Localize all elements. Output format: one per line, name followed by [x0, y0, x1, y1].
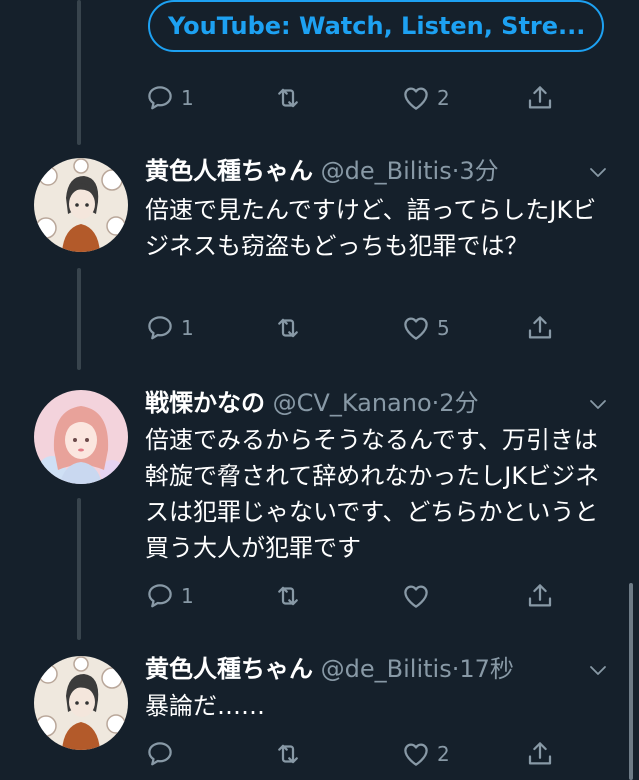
user-handle[interactable]: @de_Bilitis — [321, 655, 452, 683]
more-menu-button[interactable] — [586, 658, 613, 686]
reply-count: 1 — [181, 584, 194, 608]
link-preview-card[interactable]: YouTube: Watch, Listen, Stre... — [148, 0, 604, 52]
reply-icon — [145, 313, 175, 343]
heart-icon — [401, 739, 431, 769]
tweet-actions: 1 — [145, 576, 575, 616]
share-icon — [525, 313, 555, 343]
tweet-text: 暴論だ…… — [145, 692, 265, 720]
like-button[interactable]: 2 — [401, 78, 450, 118]
tweet-header: 戦慄かなの @CV_Kanano·2分 — [145, 386, 479, 420]
retweet-icon — [273, 581, 303, 611]
display-name[interactable]: 黄色人種ちゃん — [145, 157, 313, 185]
tweet-text: 倍速で見たんですけど、語ってらしたJKビジネスも窃盗もどっちも犯罪では？ — [145, 196, 597, 260]
like-button[interactable]: 2 — [401, 734, 450, 774]
like-count: 2 — [437, 86, 450, 110]
like-button[interactable]: 5 — [401, 308, 450, 348]
reply-count: 1 — [181, 316, 194, 340]
tweet-text: 倍速でみるからそうなるんです、万引きは斡旋で脅されて辞めれなかったしJKビジネス… — [145, 426, 600, 562]
retweet-icon — [273, 313, 303, 343]
thread-line — [77, 0, 81, 145]
reply-button[interactable] — [145, 734, 181, 774]
retweet-icon — [273, 83, 303, 113]
timestamp[interactable]: 2分 — [439, 389, 478, 417]
chevron-down-icon — [586, 160, 610, 184]
user-handle[interactable]: @CV_Kanano — [273, 389, 432, 417]
heart-icon — [401, 313, 431, 343]
heart-icon — [401, 581, 431, 611]
share-button[interactable] — [525, 576, 555, 616]
display-name[interactable]: 黄色人種ちゃん — [145, 655, 313, 683]
retweet-button[interactable] — [273, 734, 309, 774]
like-count: 2 — [437, 742, 450, 766]
tweet-actions: 1 5 — [145, 308, 575, 348]
thread-line — [77, 498, 81, 640]
display-name[interactable]: 戦慄かなの — [145, 389, 265, 417]
retweet-icon — [273, 739, 303, 769]
timestamp[interactable]: 3分 — [459, 157, 498, 185]
chevron-down-icon — [586, 658, 610, 682]
like-button[interactable] — [401, 576, 437, 616]
share-button[interactable] — [525, 734, 555, 774]
reply-button[interactable]: 1 — [145, 308, 194, 348]
share-button[interactable] — [525, 78, 555, 118]
avatar[interactable] — [34, 158, 128, 252]
like-count: 5 — [437, 316, 450, 340]
user-handle[interactable]: @de_Bilitis — [321, 157, 452, 185]
retweet-button[interactable] — [273, 576, 309, 616]
share-icon — [525, 83, 555, 113]
tweet-actions: 1 2 — [145, 78, 575, 118]
more-menu-button[interactable] — [586, 392, 613, 420]
reply-button[interactable]: 1 — [145, 576, 194, 616]
retweet-button[interactable] — [273, 78, 309, 118]
reply-icon — [145, 83, 175, 113]
retweet-button[interactable] — [273, 308, 309, 348]
avatar[interactable] — [34, 656, 128, 750]
thread-line — [77, 268, 81, 370]
more-menu-button[interactable] — [586, 160, 613, 188]
heart-icon — [401, 83, 431, 113]
tweet-actions: 2 — [145, 734, 575, 774]
reply-count: 1 — [181, 86, 194, 110]
tweet-header: 黄色人種ちゃん @de_Bilitis·17秒 — [145, 652, 514, 686]
reply-button[interactable]: 1 — [145, 78, 194, 118]
avatar[interactable] — [34, 390, 128, 484]
share-icon — [525, 739, 555, 769]
timestamp[interactable]: 17秒 — [459, 655, 514, 683]
tweet-header: 黄色人種ちゃん @de_Bilitis·3分 — [145, 154, 499, 188]
chevron-down-icon — [586, 392, 610, 416]
reply-icon — [145, 739, 175, 769]
reply-icon — [145, 581, 175, 611]
share-icon — [525, 581, 555, 611]
share-button[interactable] — [525, 308, 555, 348]
scrollbar[interactable] — [629, 583, 633, 780]
